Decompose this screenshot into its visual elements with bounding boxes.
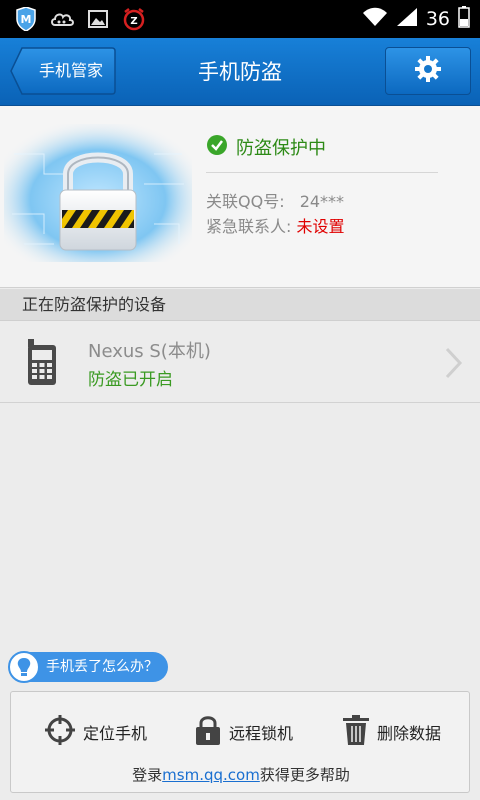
wifi-icon	[362, 7, 388, 31]
lightbulb-icon	[8, 651, 40, 683]
cloud-icon	[50, 7, 74, 31]
delete-data-label: 删除数据	[377, 724, 442, 743]
emergency-contact-label: 紧急联系人:	[206, 217, 292, 236]
msm-shield-icon: M	[14, 7, 38, 31]
chevron-right-icon	[444, 347, 464, 383]
emergency-contact-value[interactable]: 未设置	[297, 217, 345, 236]
image-icon	[86, 7, 110, 31]
check-icon	[206, 134, 228, 160]
remote-lock-button[interactable]: 远程锁机	[195, 712, 293, 752]
emergency-contact-row: 紧急联系人: 未设置	[206, 213, 345, 237]
gear-icon	[414, 55, 442, 87]
locate-phone-button[interactable]: 定位手机	[45, 712, 147, 752]
footer-suffix: 获得更多帮助	[259, 766, 350, 784]
trash-icon	[343, 715, 369, 749]
section-title: 正在防盗保护的设备	[22, 295, 167, 314]
section-header: 正在防盗保护的设备	[0, 289, 480, 321]
back-label: 手机管家	[38, 61, 103, 80]
remote-lock-label: 远程锁机	[229, 724, 294, 743]
locate-icon	[45, 715, 75, 749]
linked-qq-row: 关联QQ号: 24***	[206, 188, 344, 212]
device-list-item[interactable]: Nexus S(本机) 防盗已开启	[0, 321, 480, 403]
delete-data-button[interactable]: 删除数据	[343, 712, 441, 752]
protection-summary: 防盗保护中 关联QQ号: 24*** 紧急联系人: 未设置	[0, 106, 480, 288]
linked-qq-label: 关联QQ号:	[206, 192, 285, 211]
help-link[interactable]: 手机丢了怎么办？	[8, 651, 168, 683]
status-bar: M Z 36	[0, 0, 480, 38]
svg-text:Z: Z	[130, 16, 137, 27]
footer-help-text: 登录msm.qq.com获得更多帮助	[11, 764, 471, 785]
battery-icon	[458, 6, 470, 32]
device-status: 防盗已开启	[88, 370, 173, 390]
signal-icon	[396, 7, 418, 31]
back-button[interactable]: 手机管家	[10, 47, 116, 95]
help-label: 手机丢了怎么办？	[46, 659, 158, 675]
settings-button[interactable]	[385, 47, 471, 95]
phone-icon	[22, 339, 62, 387]
protection-status-text: 防盗保护中	[236, 138, 326, 159]
locate-phone-label: 定位手机	[83, 724, 148, 743]
remote-actions-panel: 定位手机 远程锁机 删除数据 登录msm.qq.com获得更多帮助	[10, 691, 470, 793]
msm-website-link[interactable]: msm.qq.com	[162, 766, 260, 784]
lock-icon	[195, 715, 221, 749]
alarm-icon: Z	[122, 7, 146, 31]
svg-text:M: M	[21, 13, 32, 26]
device-name: Nexus S(本机)	[88, 341, 211, 362]
footer-prefix: 登录	[132, 766, 163, 784]
protection-status: 防盗保护中	[206, 134, 326, 160]
divider	[206, 172, 438, 173]
title-bar: 手机管家 手机防盗	[0, 38, 480, 106]
linked-qq-value: 24***	[299, 192, 345, 211]
page-title: 手机防盗	[198, 60, 282, 84]
battery-level-text: 36	[425, 8, 450, 30]
padlock-illustration	[4, 124, 192, 262]
